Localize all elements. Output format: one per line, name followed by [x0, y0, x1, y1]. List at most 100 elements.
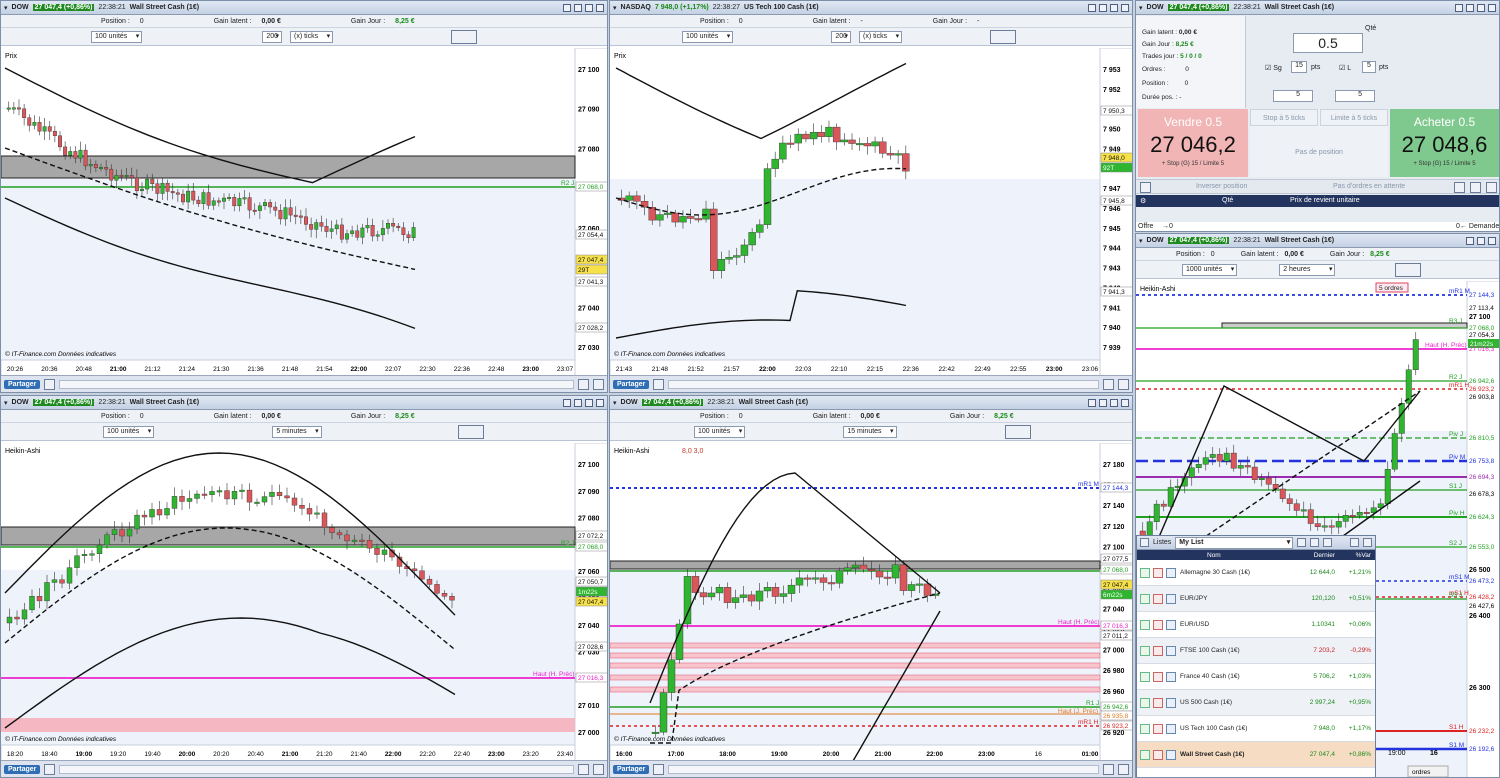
l-checkbox[interactable]: ☑ L	[1339, 64, 1351, 72]
indicators-icon[interactable]	[451, 29, 478, 44]
keyboard-icon[interactable]	[1466, 236, 1474, 245]
stepper-2[interactable]: 5	[1335, 90, 1375, 102]
keyboard-icon[interactable]	[563, 398, 571, 407]
chart-icon[interactable]	[1454, 182, 1465, 193]
chevron-down-icon[interactable]: ▾	[4, 399, 8, 407]
quantity-select[interactable]: 100 unités	[91, 30, 143, 43]
zoom-in-icon[interactable]	[578, 378, 589, 390]
left-arrow-icon[interactable]	[653, 378, 665, 390]
unit-select[interactable]: (x) ticks	[290, 30, 334, 43]
watchlist-row[interactable]: US 500 Cash (1€) 2 997,24 +0,95%	[1137, 690, 1375, 716]
minus-icon[interactable]	[1153, 749, 1163, 760]
plus-icon[interactable]	[1140, 723, 1150, 734]
left-arrow-icon[interactable]	[653, 763, 665, 775]
zoom-out-icon[interactable]	[593, 763, 604, 775]
chart-icon[interactable]	[1166, 645, 1176, 656]
zoom-out-icon[interactable]	[1118, 378, 1129, 390]
quantity-select[interactable]: 1000 unités	[1182, 263, 1238, 276]
minus-icon[interactable]	[1153, 619, 1163, 630]
minus-icon[interactable]	[1153, 567, 1163, 578]
scrollbar[interactable]	[59, 379, 574, 389]
plus-icon[interactable]	[1140, 697, 1150, 708]
chart-icon[interactable]	[1166, 671, 1176, 682]
close-icon[interactable]	[596, 3, 604, 12]
keyboard-icon[interactable]	[1088, 398, 1096, 407]
keyboard-icon[interactable]	[563, 3, 571, 12]
wrench-icon[interactable]	[1297, 538, 1307, 547]
ticks-input[interactable]: 200	[831, 30, 851, 43]
indicators-icon[interactable]	[1395, 262, 1422, 277]
quantity-select[interactable]: 100 unités	[103, 425, 155, 438]
list-icon[interactable]	[1140, 538, 1149, 547]
maximize-icon[interactable]	[1110, 398, 1118, 407]
scrollbar[interactable]	[668, 379, 1099, 389]
chart-icon[interactable]	[1166, 697, 1176, 708]
ticks-input[interactable]: 200	[262, 30, 282, 43]
chart-icon[interactable]	[1166, 619, 1176, 630]
sg-input[interactable]: 15	[1291, 61, 1307, 73]
title-bar[interactable]: ▾ DOW 27 047,4 (+0,86%) 22:38:21 Wall St…	[1136, 1, 1499, 15]
checklist-icon[interactable]	[1470, 182, 1481, 193]
watchlist-row[interactable]: Allemagne 30 Cash (1€) 12 644,0 +1,21%	[1137, 560, 1375, 586]
left-arrow-icon[interactable]	[44, 378, 56, 390]
plus-icon[interactable]	[1140, 671, 1150, 682]
title-bar[interactable]: ▾ NASDAQ 7 948,0 (+1,17%) 22:38:27 US Te…	[610, 1, 1132, 15]
arrow-up-icon[interactable]	[1323, 538, 1333, 547]
limite-5-ticks-button[interactable]: Limite à 5 ticks	[1320, 109, 1388, 126]
minus-icon[interactable]	[1153, 671, 1163, 682]
inverser-position-button[interactable]: Inverser position	[1196, 183, 1247, 190]
scrollbar[interactable]	[668, 764, 1099, 774]
minimize-icon[interactable]	[1477, 236, 1485, 245]
watchlist-row[interactable]: EUR/JPY 120,120 +0,51%	[1137, 586, 1375, 612]
period-select[interactable]: 5 minutes	[272, 425, 322, 438]
close-icon[interactable]	[596, 398, 604, 407]
watchlist-row[interactable]: France 40 Cash (1€) 5 706,2 +1,03%	[1137, 664, 1375, 690]
quantity-select[interactable]: 100 unités	[682, 30, 734, 43]
minimize-icon[interactable]	[574, 398, 582, 407]
unit-select[interactable]: (x) ticks	[859, 30, 903, 43]
chevron-down-icon[interactable]: ▾	[1139, 237, 1143, 245]
minus-icon[interactable]	[1153, 593, 1163, 604]
stop-5-ticks-button[interactable]: Stop à 5 ticks	[1250, 109, 1318, 126]
minimize-icon[interactable]	[1099, 3, 1107, 12]
close-icon[interactable]	[1363, 538, 1372, 547]
close-icon[interactable]	[1121, 398, 1129, 407]
minimize-icon[interactable]	[574, 3, 582, 12]
keyboard-icon[interactable]	[1088, 3, 1096, 12]
close-icon[interactable]	[1486, 182, 1497, 193]
maximize-icon[interactable]	[1110, 3, 1118, 12]
watchlist-tab[interactable]: Listes	[1153, 539, 1171, 546]
buy-button[interactable]: Acheter 0.5 27 048,6 + Stop (G) 15 / Lim…	[1390, 109, 1499, 177]
chevron-down-icon[interactable]: ▾	[1139, 4, 1143, 12]
maximize-icon[interactable]	[1477, 3, 1485, 12]
watchlist-row[interactable]: FTSE 100 Cash (1€) 7 203,2 -0,29%	[1137, 638, 1375, 664]
period-select[interactable]: 2 heures	[1279, 263, 1336, 276]
minimize-icon[interactable]	[1466, 3, 1474, 12]
list-select[interactable]: My List	[1175, 536, 1294, 549]
minus-icon[interactable]	[1153, 697, 1163, 708]
share-button[interactable]: Partager	[4, 379, 41, 389]
chevron-down-icon[interactable]: ▾	[613, 399, 617, 407]
stepper-1[interactable]: 5	[1273, 90, 1313, 102]
zoom-in-icon[interactable]	[1103, 763, 1114, 775]
sell-button[interactable]: Vendre 0.5 27 046,2 + Stop (G) 15 / Limi…	[1138, 109, 1248, 177]
period-select[interactable]: 15 minutes	[843, 425, 897, 438]
price-chart[interactable]: 27 10027 09027 08027 07027 06027 05027 0…	[1, 48, 607, 376]
chart-icon[interactable]	[1166, 723, 1176, 734]
chart-icon[interactable]	[1166, 567, 1176, 578]
chevron-down-icon[interactable]: ▾	[613, 4, 617, 12]
maximize-icon[interactable]	[585, 398, 593, 407]
heikin-ashi-chart[interactable]: 27 18027 16027 14027 12027 10027 08027 0…	[610, 443, 1132, 761]
chart-icon[interactable]	[1166, 593, 1176, 604]
minimize-icon[interactable]	[1350, 538, 1359, 547]
indicators-icon[interactable]	[457, 424, 484, 439]
minus-icon[interactable]	[1153, 723, 1163, 734]
plus-icon[interactable]	[1140, 567, 1150, 578]
title-bar[interactable]: ▾ DOW 27 047,4 (+0,86%) 22:38:21 Wall St…	[1, 396, 607, 410]
zoom-out-icon[interactable]	[1118, 763, 1129, 775]
minus-icon[interactable]	[1153, 645, 1163, 656]
wrench-icon[interactable]: ⚙	[1140, 197, 1146, 205]
sg-checkbox[interactable]: ☑ Sg	[1265, 64, 1282, 72]
share-button[interactable]: Partager	[613, 764, 650, 774]
plus-icon[interactable]	[1140, 593, 1150, 604]
